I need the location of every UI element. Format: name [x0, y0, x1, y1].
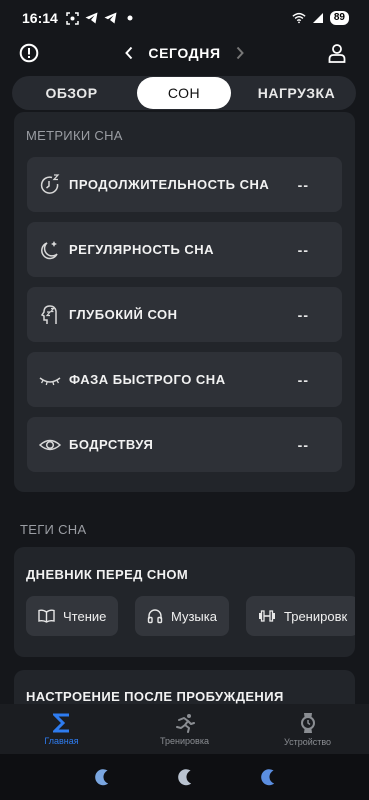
- chip-label: Тренировк: [284, 608, 348, 624]
- metric-row-awake[interactable]: БОДРСТВУЯ --: [27, 417, 342, 472]
- metrics-section-title: МЕТРИКИ СНА: [26, 128, 123, 143]
- metric-value: --: [297, 436, 309, 453]
- headphones-icon: [147, 609, 163, 624]
- chevron-right-icon: [236, 46, 244, 60]
- info-icon: [19, 43, 39, 63]
- tab-sleep[interactable]: СОН: [137, 77, 231, 109]
- system-navigation-bar: [0, 754, 369, 800]
- metric-label: РЕГУЛЯРНОСТЬ СНА: [69, 242, 215, 257]
- profile-button[interactable]: [322, 38, 352, 68]
- chevron-left-icon: [125, 46, 133, 60]
- chip-label: Чтение: [63, 608, 107, 624]
- bottom-navigation: Главная Тренировка Устройство: [0, 704, 369, 754]
- date-label: СЕГОДНЯ: [148, 45, 221, 61]
- telegram-icon: [104, 11, 118, 25]
- running-icon: [175, 713, 195, 733]
- telegram-icon: [85, 11, 99, 25]
- crescent-moon-icon[interactable]: [172, 764, 198, 790]
- status-time: 16:14: [22, 10, 58, 26]
- tab-bar: ОБЗОР СОН НАГРУЗКА: [12, 76, 356, 110]
- watch-icon: [300, 712, 315, 733]
- pre-sleep-diary-card: ДНЕВНИК ПЕРЕД СНОМ Чтение Музыка Трениро…: [14, 547, 355, 657]
- metric-row-deep-sleep[interactable]: ГЛУБОКИЙ СОН --: [27, 287, 342, 342]
- user-icon: [328, 44, 346, 63]
- crescent-moon-icon[interactable]: [89, 764, 115, 790]
- metric-row-regularity[interactable]: РЕГУЛЯРНОСТЬ СНА --: [27, 222, 342, 277]
- metric-label: БОДРСТВУЯ: [69, 437, 154, 452]
- clock-zzz-icon: [37, 172, 63, 198]
- status-bar: 16:14 89: [0, 0, 369, 36]
- nav-label: Тренировка: [160, 735, 209, 746]
- sigma-icon: [52, 713, 69, 732]
- next-day-button[interactable]: [235, 46, 245, 60]
- head-zzz-icon: [37, 302, 63, 328]
- tag-chip-training[interactable]: Тренировк: [246, 596, 355, 636]
- nav-device[interactable]: Устройство: [246, 704, 369, 754]
- mood-title: НАСТРОЕНИЕ ПОСЛЕ ПРОБУЖДЕНИЯ: [26, 689, 284, 704]
- metric-label: ГЛУБОКИЙ СОН: [69, 307, 178, 322]
- top-bar: СЕГОДНЯ: [0, 36, 369, 70]
- moon-stars-icon: [37, 237, 63, 263]
- metric-row-duration[interactable]: ПРОДОЛЖИТЕЛЬНОСТЬ СНА --: [27, 157, 342, 212]
- chip-label: Музыка: [171, 608, 217, 624]
- dot-icon: [123, 11, 137, 25]
- crescent-moon-icon[interactable]: [255, 764, 281, 790]
- eye-icon: [37, 432, 63, 458]
- book-icon: [38, 609, 55, 623]
- dumbbell-icon: [259, 610, 275, 622]
- nav-workout[interactable]: Тренировка: [123, 704, 246, 754]
- sleep-metrics-card: МЕТРИКИ СНА ПРОДОЛЖИТЕЛЬНОСТЬ СНА -- РЕГ…: [14, 112, 355, 492]
- prev-day-button[interactable]: [124, 46, 134, 60]
- tag-chip-reading[interactable]: Чтение: [26, 596, 119, 636]
- metric-label: ПРОДОЛЖИТЕЛЬНОСТЬ СНА: [69, 177, 270, 192]
- tab-load[interactable]: НАГРУЗКА: [237, 77, 356, 109]
- tag-chip-music[interactable]: Музыка: [135, 596, 229, 636]
- closed-eye-icon: [37, 367, 63, 393]
- metric-label: ФАЗА БЫСТРОГО СНА: [69, 372, 226, 387]
- metric-row-rem[interactable]: ФАЗА БЫСТРОГО СНА --: [27, 352, 342, 407]
- metric-value: --: [297, 371, 309, 388]
- metric-value: --: [297, 176, 309, 193]
- metric-value: --: [297, 306, 309, 323]
- battery-indicator: 89: [329, 11, 349, 25]
- nav-home[interactable]: Главная: [0, 704, 123, 754]
- tags-section-title: ТЕГИ СНА: [20, 522, 87, 537]
- nav-label: Главная: [44, 735, 79, 746]
- wifi-icon: [292, 11, 306, 25]
- info-button[interactable]: [14, 38, 44, 68]
- signal-icon: [311, 11, 325, 25]
- diary-title: ДНЕВНИК ПЕРЕД СНОМ: [26, 567, 189, 582]
- tab-overview[interactable]: ОБЗОР: [12, 77, 131, 109]
- screenshot-icon: [66, 11, 80, 25]
- metric-value: --: [297, 241, 309, 258]
- date-navigator: СЕГОДНЯ: [0, 36, 369, 70]
- nav-label: Устройство: [283, 736, 332, 747]
